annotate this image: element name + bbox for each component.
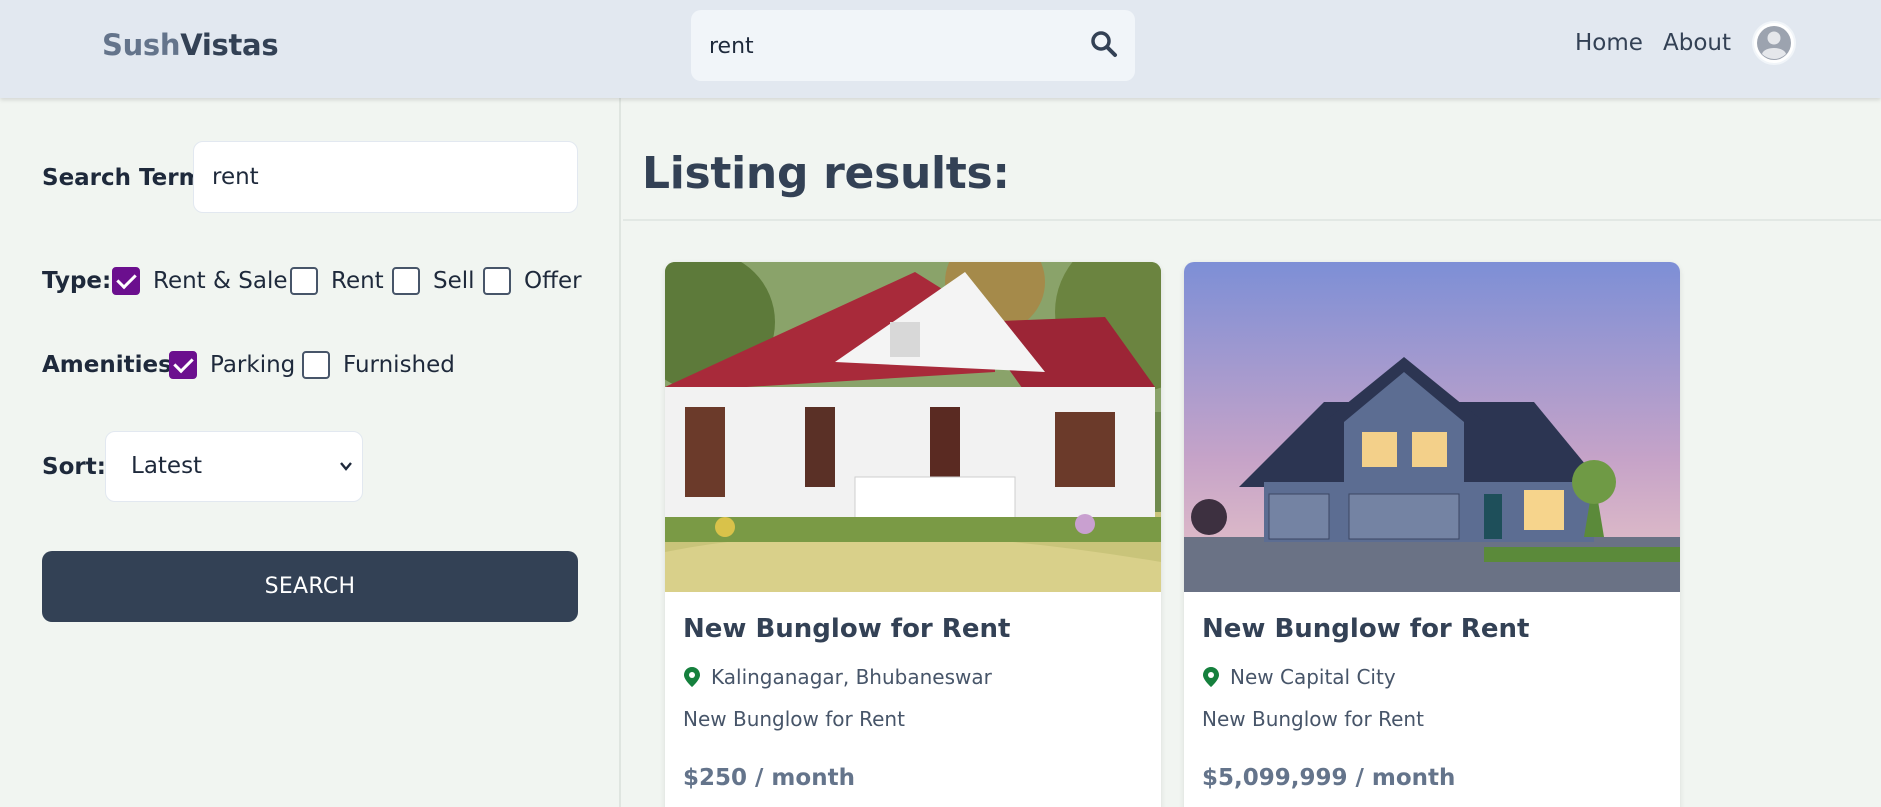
sort-select[interactable]: Latest: [105, 431, 363, 502]
amenity-furnished-checkbox[interactable]: [302, 351, 330, 379]
header-search: [691, 10, 1135, 81]
search-term-input[interactable]: [193, 141, 578, 213]
type-rent-checkbox[interactable]: [290, 267, 318, 295]
listing-description: New Bunglow for Rent: [683, 707, 905, 731]
listing-price: $5,099,999 / month: [1202, 765, 1456, 791]
logo-part-sush: Sush: [102, 28, 181, 62]
search-term-label: Search Term:: [42, 165, 212, 191]
listing-location: Kalinganagar, Bhubaneswar: [711, 665, 992, 689]
listing-card[interactable]: New Bunglow for Rent New Capital City Ne…: [1184, 262, 1680, 807]
listing-location: New Capital City: [1230, 665, 1396, 689]
type-offer-label: Offer: [524, 268, 582, 294]
listing-photo[interactable]: [665, 262, 1161, 592]
page-title: Listing results:: [642, 148, 1010, 199]
listing-title[interactable]: New Bunglow for Rent: [1202, 614, 1529, 644]
type-rent-sale-checkbox[interactable]: [112, 267, 140, 295]
sort-label: Sort:: [42, 454, 106, 480]
type-label: Type:: [42, 268, 112, 294]
type-rent-label: Rent: [331, 268, 384, 294]
header-search-input[interactable]: [709, 28, 1069, 64]
amenity-parking-checkbox[interactable]: [169, 351, 197, 379]
type-offer-checkbox[interactable]: [483, 267, 511, 295]
filter-sidebar: Search Term: Type: Rent & Sale Rent Sell…: [0, 98, 621, 807]
search-button[interactable]: SEARCH: [42, 551, 578, 622]
location-pin-icon: [684, 667, 700, 687]
listing-description: New Bunglow for Rent: [1202, 707, 1424, 731]
location-pin-icon: [1203, 667, 1219, 687]
logo[interactable]: SushVistas: [102, 28, 279, 62]
user-avatar-icon: [1757, 26, 1791, 60]
type-sell-checkbox[interactable]: [392, 267, 420, 295]
amenity-furnished-label: Furnished: [343, 352, 455, 378]
sort-selected-value: Latest: [131, 453, 203, 479]
chevron-down-icon: [340, 462, 352, 471]
header: SushVistas Home About: [0, 0, 1881, 98]
nav-about-link[interactable]: About: [1663, 30, 1731, 56]
title-divider: [623, 219, 1881, 221]
listing-photo[interactable]: [1184, 262, 1680, 592]
search-icon[interactable]: [1088, 28, 1120, 60]
type-rent-sale-label: Rent & Sale: [153, 268, 288, 294]
amenity-parking-label: Parking: [210, 352, 296, 378]
results-panel: Listing results: New Bunglow for Rent Ka…: [623, 98, 1881, 807]
amenities-label: Amenities:: [42, 352, 181, 378]
avatar[interactable]: [1754, 23, 1794, 63]
nav-home-link[interactable]: Home: [1575, 30, 1643, 56]
logo-part-vistas: Vistas: [180, 28, 279, 62]
listing-title[interactable]: New Bunglow for Rent: [683, 614, 1010, 644]
listing-card[interactable]: New Bunglow for Rent Kalinganagar, Bhuba…: [665, 262, 1161, 807]
listing-price: $250 / month: [683, 765, 855, 791]
type-sell-label: Sell: [433, 268, 475, 294]
